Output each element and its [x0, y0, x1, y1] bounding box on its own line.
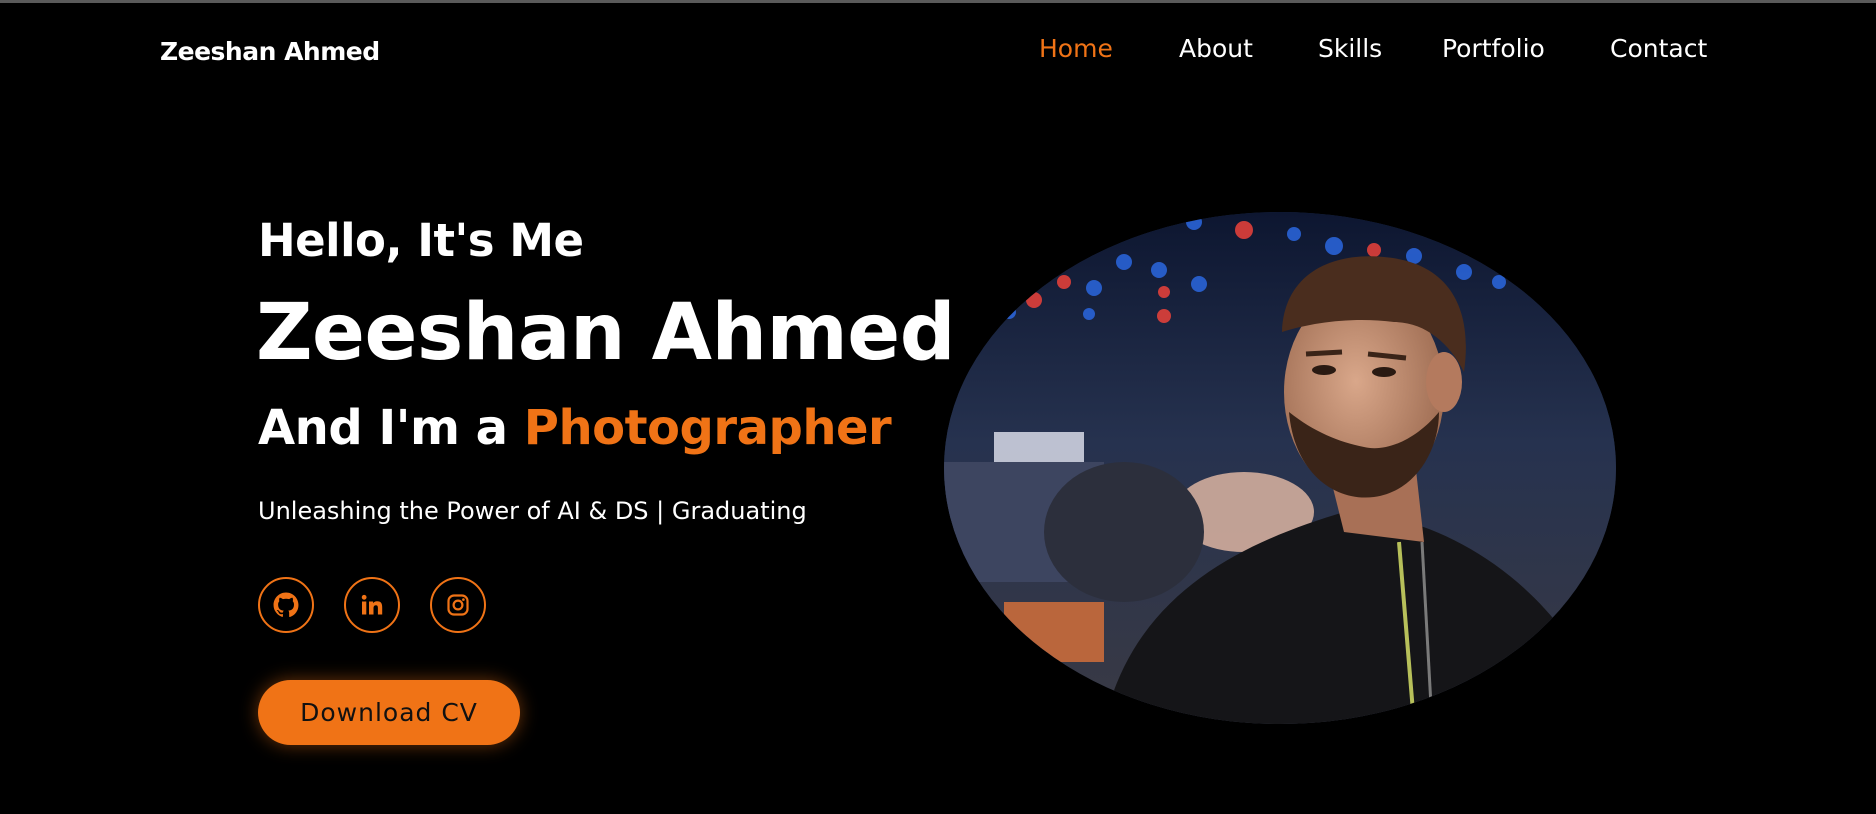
hero-name: Zeeshan Ahmed [256, 288, 956, 378]
hero-tagline: Unleashing the Power of AI & DS | Gradua… [258, 497, 807, 525]
github-link[interactable] [258, 577, 314, 633]
nav-item-portfolio[interactable]: Portfolio [1442, 34, 1545, 63]
github-icon [273, 592, 299, 618]
nav-item-skills[interactable]: Skills [1318, 34, 1382, 63]
hero-greeting: Hello, It's Me [258, 214, 584, 267]
hero-role-line: And I'm a Photographer [258, 400, 892, 456]
hero-role-prefix: And I'm a [258, 400, 524, 456]
nav-item-contact[interactable]: Contact [1610, 34, 1707, 63]
nav-item-about[interactable]: About [1179, 34, 1253, 63]
site-header: Zeeshan Ahmed Home About Skills Portfoli… [0, 3, 1876, 99]
download-cv-button[interactable]: Download CV [258, 680, 520, 745]
brand-logo[interactable]: Zeeshan Ahmed [160, 37, 380, 66]
instagram-icon [446, 593, 470, 617]
hero-role: Photographer [523, 400, 892, 456]
linkedin-link[interactable] [344, 577, 400, 633]
linkedin-icon [360, 593, 384, 617]
profile-photo [944, 212, 1616, 724]
instagram-link[interactable] [430, 577, 486, 633]
nav-item-home[interactable]: Home [1039, 34, 1113, 63]
